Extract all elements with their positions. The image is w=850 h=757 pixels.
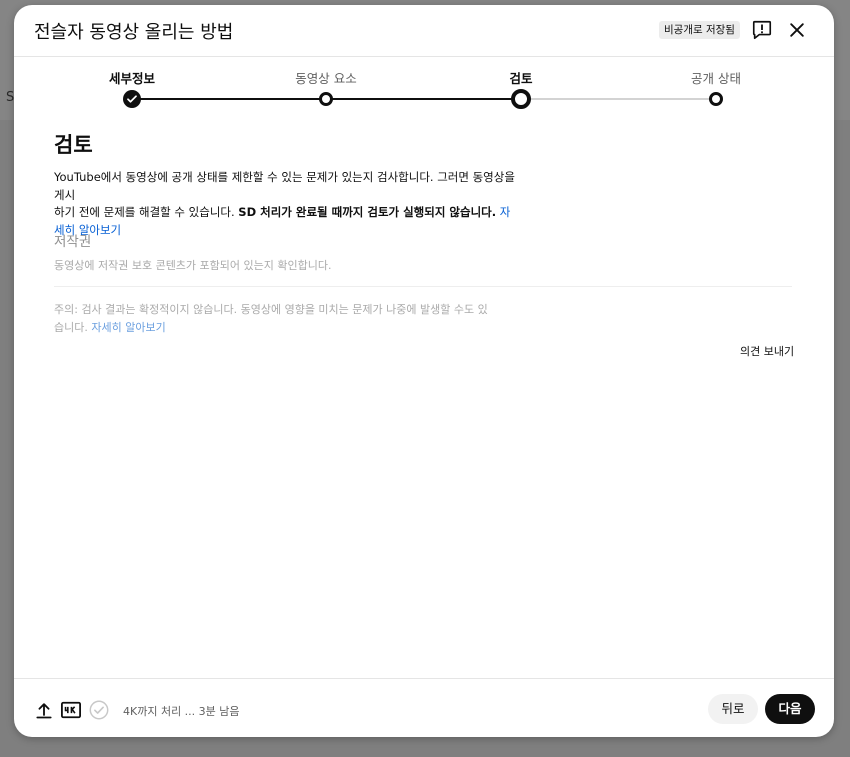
close-icon[interactable] [785,18,809,42]
desc-line-2: 하기 전에 문제를 해결할 수 있습니다. [54,205,239,219]
step-dot-video-elements[interactable] [319,92,333,106]
step-label-video-elements: 동영상 요소 [295,71,357,86]
checkmark-icon [127,95,137,103]
upload-dialog: 전슬자 동영상 올리는 방법 비공개로 저장됨 세부정보 동영상 요소 검토 공… [14,5,834,737]
progress-stepper: 세부정보 동영상 요소 검토 공개 상태 [14,57,834,117]
step-dot-details[interactable] [123,90,141,108]
dialog-footer: 4K까지 처리 ... 3분 남음 뒤로 다음 [14,678,834,737]
next-button[interactable]: 다음 [765,694,815,724]
review-section: 검토 YouTube에서 동영상에 공개 상태를 제한할 수 있는 문제가 있는… [54,129,515,239]
copyright-description: 동영상에 저작권 보호 콘텐츠가 포함되어 있는지 확인합니다. [54,259,332,272]
desc-bold-notice: SD 처리가 완료될 때까지 검토가 실행되지 않습니다. [238,205,497,219]
review-description: YouTube에서 동영상에 공개 상태를 제한할 수 있는 문제가 있는지 검… [54,169,519,239]
step-label-visibility: 공개 상태 [691,71,741,86]
dialog-header: 전슬자 동영상 올리는 방법 비공개로 저장됨 [14,5,834,57]
step-label-review: 검토 [509,71,533,86]
feedback-icon[interactable] [750,18,774,42]
saved-status-badge: 비공개로 저장됨 [659,21,740,39]
desc-line-1: YouTube에서 동영상에 공개 상태를 제한할 수 있는 문제가 있는지 검… [54,170,515,202]
hd-4k-icon[interactable] [60,699,82,721]
upload-icon[interactable] [33,699,55,721]
check-circle-icon[interactable] [88,699,110,721]
step-label-details: 세부정보 [108,71,156,86]
disclaimer-note: 주의: 검사 결과는 확정적이지 않습니다. 동영상에 영향을 미치는 문제가 … [54,301,494,336]
note-learn-more-link[interactable]: 자세히 알아보기 [91,321,165,334]
send-feedback-link[interactable]: 의견 보내기 [740,343,794,359]
section-title: 검토 [54,133,93,157]
step-dot-visibility[interactable] [709,92,723,106]
stepper-line-remaining [521,98,716,100]
back-button[interactable]: 뒤로 [708,694,758,724]
copyright-heading: 저작권 [54,234,92,250]
processing-status: 4K까지 처리 ... 3분 남음 [123,705,240,718]
dialog-title: 전슬자 동영상 올리는 방법 [34,22,234,43]
divider [54,286,792,287]
step-dot-review[interactable] [511,89,531,109]
